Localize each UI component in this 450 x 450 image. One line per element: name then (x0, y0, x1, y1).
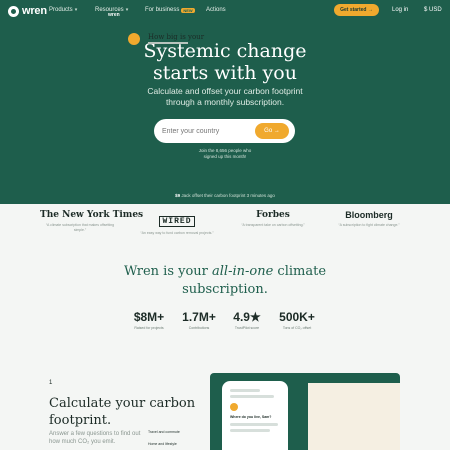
stat-tons: 500K+ Tons of CO₂ offset (272, 310, 322, 330)
step-title-line: footprint. (49, 413, 112, 428)
top-nav: wren Products ▾ Resources ▾ For business… (0, 0, 450, 22)
nav-item-label: For business (145, 7, 180, 13)
country-form: Go → (154, 119, 295, 143)
activity-ticker: $9 Jack offset their carbon footprint 3 … (0, 193, 450, 198)
get-started-button[interactable]: Get started → (334, 4, 379, 16)
panel-brand: wren (108, 12, 120, 18)
panel-label: Travel and commute (148, 430, 180, 434)
wired-logo: WIRED (159, 216, 195, 227)
stat-value: $8M+ (133, 310, 165, 324)
globe-icon (128, 33, 140, 45)
stat-trustpilot: 4.9★ TrustPilot score (222, 310, 272, 330)
phone-mockup: Where do you live, Sam? (222, 381, 288, 450)
nav-item-label: Products (49, 7, 73, 13)
stat-label: Tons of CO₂ offset (282, 326, 312, 330)
join-line: signed up this month! (203, 154, 247, 159)
calculator-panel (308, 383, 400, 450)
placeholder-line (230, 423, 278, 426)
press-quote: “A subscription to fight climate change.… (338, 223, 400, 227)
stat-value: 1.7M+ (182, 310, 216, 324)
country-input[interactable] (162, 123, 254, 139)
stat-raised: $8M+ Raised for projects (124, 310, 174, 330)
nav-item-products[interactable]: Products ▾ (49, 7, 77, 13)
phone-question: Where do you live, Sam? (230, 415, 272, 419)
press-quote: “A climate subscription that makes offse… (45, 223, 115, 232)
heading-emphasis: all-in-one (212, 264, 274, 279)
nav-item-for-business[interactable]: For business NEW (145, 7, 195, 13)
press-quote: “An easy way to fund carbon removal proj… (140, 231, 214, 235)
placeholder-line (230, 389, 260, 392)
heading-part: climate (273, 264, 327, 279)
hero-subtitle-line: through a monthly subscription. (165, 97, 285, 107)
stat-label: Contributions (188, 326, 210, 330)
brand-logo[interactable]: wren (8, 5, 47, 17)
globe-icon (230, 403, 238, 411)
wren-logo-icon (8, 5, 19, 17)
heading-part: Wren is your (123, 264, 213, 279)
nav-item-label: Actions (206, 7, 226, 13)
join-count-text: Join the 8,656 people who signed up this… (0, 148, 450, 160)
stat-value: 4.9★ (233, 310, 261, 324)
press-item-forbes: Forbes “A transparent take on carbon off… (233, 210, 313, 228)
nyt-logo: The New York Times (40, 210, 144, 220)
press-item-nyt: The New York Times “A climate subscripti… (40, 210, 144, 232)
subscription-heading: Wren is your all-in-one climate subscrip… (0, 263, 450, 299)
hero-title: Systemic change starts with you (0, 40, 450, 84)
stat-contributions: 1.7M+ Contributions (174, 310, 224, 330)
step-number: 1 (49, 380, 53, 386)
hero-subtitle-line: Calculate and offset your carbon footpri… (147, 86, 303, 96)
stat-label: Raised for projects (134, 326, 164, 330)
chevron-down-icon: ▾ (125, 7, 129, 13)
hero-title-line: starts with you (153, 62, 297, 84)
hero-subtitle: Calculate and offset your carbon footpri… (0, 86, 450, 108)
calculator-preview: Where do you live, Sam? (210, 373, 400, 450)
country-submit-button[interactable]: Go → (255, 123, 289, 139)
placeholder-line (230, 429, 270, 432)
panel-label: Home and lifestyle (148, 442, 177, 446)
chevron-down-icon: ▾ (74, 7, 78, 13)
ticker-time: 3 minutes ago (246, 193, 275, 198)
ticker-amount: $9 (175, 193, 181, 198)
placeholder-line (230, 395, 274, 398)
ticker-text: Jack offset their carbon footprint (181, 193, 246, 198)
press-item-bloomberg: Bloomberg “A subscription to fight clima… (329, 210, 409, 228)
currency-selector[interactable]: $ USD (424, 7, 442, 13)
brand-name: wren (22, 5, 47, 17)
panel-title: How big is your (148, 33, 205, 41)
press-item-wired: WIRED “An easy way to fund carbon remova… (137, 210, 217, 236)
step-title: Calculate your carbon footprint. (49, 395, 199, 429)
hero-title-line: Systemic change (143, 40, 307, 62)
heading-line: subscription. (182, 282, 268, 297)
login-link[interactable]: Log in (392, 7, 408, 13)
new-badge: NEW (181, 7, 195, 13)
nav-item-actions[interactable]: Actions (206, 7, 226, 13)
stat-label: TrustPilot score (234, 326, 260, 330)
placeholder-line (148, 42, 188, 44)
forbes-logo: Forbes (256, 210, 290, 220)
press-quote: “A transparent take on carbon offsetting… (241, 223, 305, 227)
step-title-line: Calculate your carbon (49, 396, 196, 411)
stat-value: 500K+ (279, 310, 315, 324)
bloomberg-logo: Bloomberg (345, 210, 393, 220)
